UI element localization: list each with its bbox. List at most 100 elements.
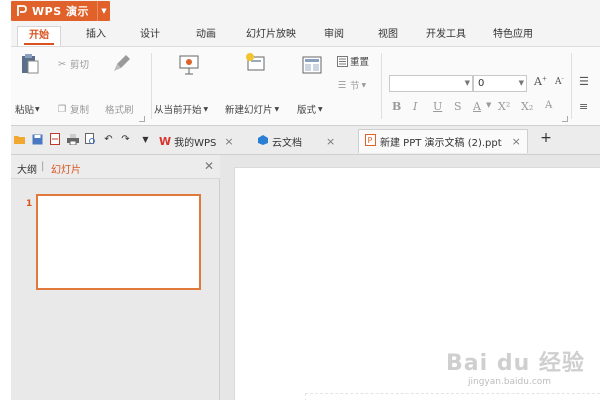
format-painter-button[interactable]: 格式刷	[105, 102, 134, 116]
tab-insert[interactable]: 插入	[79, 26, 113, 46]
italic-button[interactable]: I	[413, 100, 417, 113]
save-icon[interactable]	[31, 132, 44, 146]
cut-button[interactable]: ✂ 剪切	[56, 57, 90, 72]
quick-access-dropdown-icon[interactable]: ▼	[139, 132, 152, 146]
superscript-button[interactable]: X²	[498, 100, 510, 113]
paste-button[interactable]: 粘贴 ▼	[15, 102, 40, 116]
cloud-icon	[257, 134, 269, 149]
slide-number: 1	[26, 199, 33, 209]
app-title: WPS 演示	[32, 5, 89, 18]
close-icon[interactable]: ×	[512, 135, 521, 148]
ribbon-home: 粘贴 ▼ ✂ 剪切 ❐ 复制 格式刷 从当前开始 ▼ 新建幻灯片 ▼ 版式 ▼ …	[11, 46, 600, 126]
tab-slideshow[interactable]: 幻灯片放映	[239, 26, 303, 46]
strikethrough-button[interactable]: S	[454, 100, 462, 113]
print-preview-icon[interactable]	[84, 132, 97, 146]
subscript-button[interactable]: X₂	[521, 100, 533, 113]
play-from-current-icon[interactable]	[176, 53, 202, 77]
font-dialog-launcher-icon[interactable]	[562, 116, 568, 122]
section-dropdown-icon: ▼	[361, 81, 367, 89]
doc-tab-cloud-label: 云文档	[272, 137, 302, 149]
screen: WPS 演示 ▼ 开始 插入 设计 动画 幻灯片放映 审阅 视图 开发工具 特色…	[0, 0, 600, 400]
open-folder-icon[interactable]	[13, 132, 26, 146]
format-painter-icon[interactable]	[109, 51, 135, 75]
play-dropdown-icon: ▼	[203, 105, 209, 113]
redo-icon[interactable]: ↷	[119, 132, 132, 146]
reset-button[interactable]: 重置	[336, 54, 369, 68]
clear-format-icon[interactable]: A̶	[545, 100, 552, 111]
wps-presentation-window: WPS 演示 ▼ 开始 插入 设计 动画 幻灯片放映 审阅 视图 开发工具 特色…	[11, 0, 600, 400]
watermark-brand: Bai du 经验	[446, 351, 585, 376]
tab-review[interactable]: 审阅	[317, 26, 351, 46]
layout-label: 版式	[297, 105, 317, 116]
close-panel-icon[interactable]: ✕	[204, 159, 214, 173]
paste-dropdown-icon: ▼	[35, 105, 40, 113]
document-tab-bar: ↶ ↷ ▼ W 我的WPS × 云文档 × P 新建 PPT 演示文稿 (2).…	[11, 126, 600, 155]
tab-home[interactable]: 开始	[17, 26, 61, 46]
new-slide-icon[interactable]	[243, 51, 269, 75]
tab-developer[interactable]: 开发工具	[421, 26, 471, 46]
slides-panel: 大纲 | 幻灯片 ✕ 1	[11, 155, 220, 400]
grow-font-button[interactable]: A+	[534, 75, 547, 88]
tab-outline[interactable]: 大纲	[17, 161, 37, 176]
export-pdf-icon[interactable]	[49, 132, 62, 146]
font-size-combo[interactable]: 0 ▼	[473, 75, 527, 92]
close-icon[interactable]: ×	[326, 135, 335, 148]
scissors-icon: ✂	[58, 58, 66, 70]
align-left-icon[interactable]: ≡	[579, 100, 588, 113]
slides-panel-header: 大纲 | 幻灯片 ✕	[11, 155, 220, 179]
baidu-watermark: Bai du 经验 jingyan.baidu.com	[446, 343, 596, 397]
close-icon[interactable]: ×	[224, 135, 233, 148]
new-tab-plus-icon[interactable]: +	[539, 130, 553, 146]
print-icon[interactable]	[66, 132, 79, 146]
paste-label: 粘贴	[15, 105, 35, 116]
tab-special-apps[interactable]: 特色应用	[485, 26, 541, 46]
layout-button[interactable]: 版式 ▼	[297, 102, 323, 116]
font-name-combo[interactable]: ▼	[389, 75, 473, 92]
panel-tab-separator: |	[41, 161, 45, 172]
undo-icon[interactable]: ↶	[102, 132, 115, 146]
doc-tab-active-presentation[interactable]: P 新建 PPT 演示文稿 (2).ppt ×	[358, 129, 528, 153]
doc-tab-active-label: 新建 PPT 演示文稿 (2).ppt	[380, 138, 502, 149]
new-slide-label: 新建幻灯片	[225, 105, 273, 116]
reset-label: 重置	[350, 57, 370, 68]
clipboard-dialog-launcher-icon[interactable]	[139, 116, 145, 122]
wps-p-logo-icon	[15, 4, 29, 18]
font-color-button[interactable]: A	[473, 100, 481, 113]
slide-thumbnail[interactable]	[36, 194, 201, 290]
doc-tab-cloud[interactable]: 云文档 ×	[257, 129, 335, 153]
play-from-current-button[interactable]: 从当前开始 ▼	[154, 102, 208, 116]
shrink-font-button[interactable]: A-	[555, 75, 564, 87]
tab-animation[interactable]: 动画	[189, 26, 223, 46]
tab-design[interactable]: 设计	[133, 26, 167, 46]
underline-button[interactable]: U	[433, 100, 442, 113]
font-name-dropdown-icon: ▼	[464, 79, 470, 87]
copy-button[interactable]: ❐ 复制	[56, 102, 89, 117]
wps-w-icon: W	[159, 134, 172, 148]
reset-icon	[336, 55, 348, 67]
tab-view[interactable]: 视图	[371, 26, 405, 46]
active-tab-indicator	[24, 43, 54, 45]
doc-tab-my-wps[interactable]: W 我的WPS ×	[159, 129, 234, 153]
ribbon-separator	[571, 53, 572, 119]
font-color-dropdown-icon[interactable]: ▼	[486, 101, 491, 109]
ribbon-separator	[151, 53, 152, 119]
svg-text:P: P	[368, 136, 373, 145]
app-menu-button[interactable]: WPS 演示 ▼	[11, 1, 110, 21]
cut-label: 剪切	[70, 60, 90, 71]
tab-home-label: 开始	[29, 30, 49, 41]
ribbon-tabs: 开始 插入 设计 动画 幻灯片放映 审阅 视图 开发工具 特色应用	[11, 22, 600, 46]
new-slide-button[interactable]: 新建幻灯片 ▼	[225, 102, 279, 116]
bullets-icon[interactable]: ☰	[579, 75, 589, 88]
grow-font-label: A	[534, 75, 542, 88]
section-button[interactable]: ☰ 节 ▼	[336, 78, 367, 93]
bold-button[interactable]: B	[392, 100, 401, 113]
app-menu-dropdown-icon[interactable]: ▼	[97, 1, 110, 21]
font-size-dropdown-icon: ▼	[518, 79, 524, 87]
layout-icon[interactable]	[299, 53, 325, 77]
tab-slides[interactable]: 幻灯片	[51, 161, 81, 176]
new-slide-dropdown-icon: ▼	[274, 105, 280, 113]
ribbon-separator	[381, 53, 382, 119]
font-size-value: 0	[478, 78, 485, 89]
title-bar: WPS 演示 ▼	[11, 0, 600, 22]
paste-icon[interactable]	[17, 52, 43, 76]
